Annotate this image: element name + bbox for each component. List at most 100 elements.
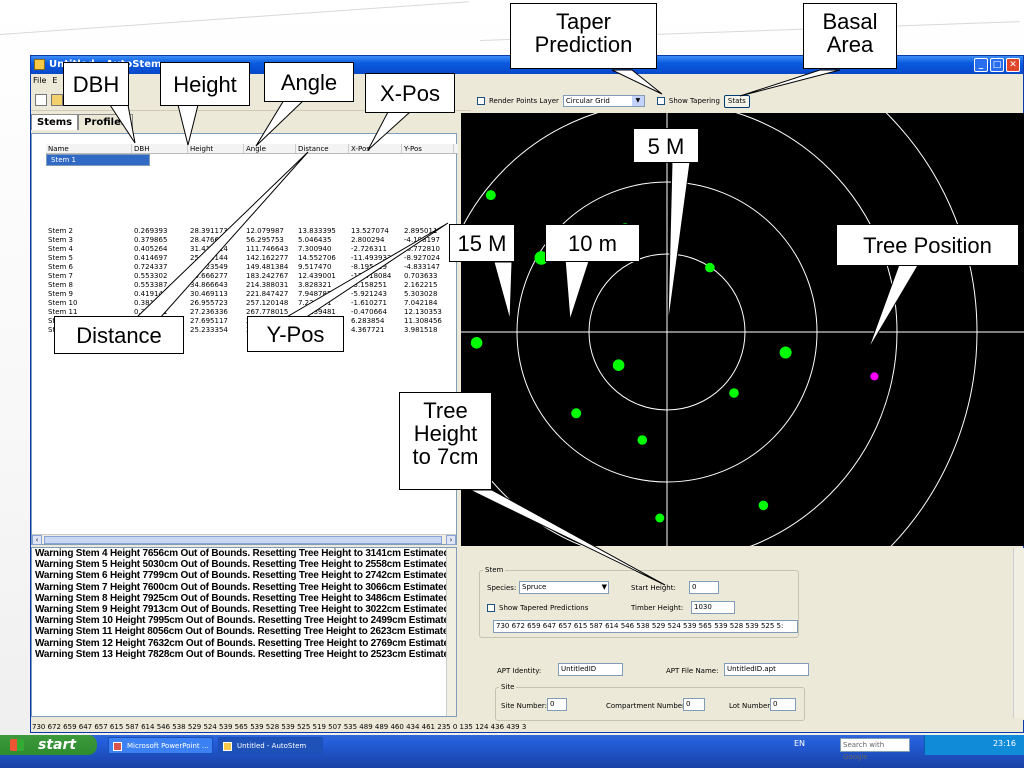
table-cell: Stem 3 bbox=[48, 236, 73, 244]
tree-point[interactable] bbox=[758, 500, 769, 511]
scroll-left-icon[interactable]: ‹ bbox=[32, 535, 42, 545]
table-cell: 6.283854 bbox=[351, 317, 385, 325]
table-cell: 30.666277 bbox=[190, 272, 228, 280]
site-number-field[interactable]: 0 bbox=[547, 698, 567, 711]
table-cell: 11.308456 bbox=[404, 317, 442, 325]
tab-stems[interactable]: Stems bbox=[31, 114, 79, 130]
scroll-right-icon[interactable]: › bbox=[446, 535, 456, 545]
system-tray: 23:16 bbox=[924, 735, 1024, 755]
column-header-ypos[interactable]: Y-Pos bbox=[402, 144, 454, 153]
warning-line: Warning Stem 7 Height 7600cm Out of Boun… bbox=[35, 581, 457, 593]
start-height-field[interactable]: 0 bbox=[689, 581, 719, 594]
table-row[interactable]: Stem 7 0.553302 30.666277 183.242767 12.4390… bbox=[46, 272, 458, 281]
warning-line: Warning Stem 6 Height 7799cm Out of Boun… bbox=[35, 570, 457, 582]
tree-point[interactable] bbox=[637, 435, 648, 445]
species-select[interactable]: Spruce ▼ bbox=[519, 581, 609, 594]
table-cell: 5.303028 bbox=[404, 290, 438, 298]
status-line: 730 672 659 647 657 615 587 614 546 538 … bbox=[32, 723, 527, 731]
tree-point[interactable] bbox=[470, 337, 483, 349]
table-row[interactable]: Stem 1 0.587278 26.223453 9.812439 7.846585 7… bbox=[46, 154, 150, 224]
table-row[interactable]: Stem 5 0.414697 25.585144 142.162277 14.5527… bbox=[46, 254, 458, 263]
table-cell: 12.130353 bbox=[404, 308, 442, 316]
show-tapered-checkbox[interactable] bbox=[487, 604, 495, 612]
tab-profiles[interactable]: Profiles bbox=[78, 114, 133, 130]
tab-strip: Stems Profiles bbox=[31, 114, 133, 130]
table-cell: 0.381580 bbox=[134, 299, 168, 307]
column-header-name[interactable]: Name bbox=[46, 144, 132, 153]
tree-point[interactable] bbox=[612, 359, 625, 371]
tree-point[interactable] bbox=[779, 346, 792, 359]
table-cell: 7.300940 bbox=[298, 245, 332, 253]
table-cell: 0.269393 bbox=[134, 227, 168, 235]
species-label: Species: bbox=[487, 584, 517, 592]
menu-file[interactable]: File bbox=[33, 76, 46, 88]
tree-point[interactable] bbox=[705, 262, 715, 273]
task-autostem[interactable]: Untitled - AutoStem bbox=[218, 737, 323, 754]
table-cell: -2.726311 bbox=[351, 245, 387, 253]
tree-point[interactable] bbox=[571, 408, 582, 419]
grid-ring-20m bbox=[885, 113, 978, 546]
table-cell: -12.418084 bbox=[351, 272, 392, 280]
column-header-height[interactable]: Height bbox=[188, 144, 244, 153]
stats-button[interactable]: Stats bbox=[723, 94, 750, 108]
details-vscrollbar[interactable] bbox=[1013, 548, 1024, 718]
tree-point[interactable] bbox=[729, 388, 739, 398]
table-cell: 7.042184 bbox=[404, 299, 438, 307]
render-points-checkbox[interactable] bbox=[477, 97, 485, 105]
close-icon[interactable]: ✕ bbox=[1006, 58, 1020, 72]
taper-values-field[interactable]: 730 672 659 647 657 615 587 614 546 538 … bbox=[493, 620, 798, 633]
windows-flag-icon bbox=[10, 739, 24, 751]
table-cell: -6.772810 bbox=[404, 245, 440, 253]
callout-15m: 15 M bbox=[449, 224, 515, 262]
table-cell: 0.703633 bbox=[404, 272, 438, 280]
callout-tree-height: Tree Height to 7cm bbox=[399, 392, 492, 490]
warnings-vscrollbar[interactable] bbox=[446, 548, 456, 716]
menu-bar: File E bbox=[33, 76, 57, 88]
column-header-dbh[interactable]: DBH bbox=[132, 144, 188, 153]
task-powerpoint[interactable]: Microsoft PowerPoint ... bbox=[108, 737, 213, 754]
stems-list-view[interactable]: Name DBH Height Angle Distance X-Pos Y-Pos Ste… bbox=[46, 144, 458, 335]
minimize-icon[interactable]: _ bbox=[974, 58, 988, 72]
tree-point[interactable] bbox=[655, 513, 665, 523]
show-tapering-checkbox[interactable] bbox=[656, 97, 665, 105]
menu-edit[interactable]: E bbox=[52, 76, 57, 88]
compartment-field[interactable]: 0 bbox=[683, 698, 705, 711]
apt-identity-field[interactable]: UntitledID bbox=[558, 663, 623, 676]
timber-height-field[interactable]: 1030 bbox=[691, 601, 735, 614]
table-cell: 25.233354 bbox=[190, 326, 228, 334]
table-cell: 2.162215 bbox=[404, 281, 438, 289]
maximize-icon[interactable]: □ bbox=[990, 58, 1004, 72]
table-row[interactable]: Stem 9 0.419147 30.469113 221.847427 7.94878… bbox=[46, 290, 458, 299]
new-file-icon[interactable] bbox=[35, 94, 47, 106]
warnings-log[interactable]: Warning Stem 4 Height 7656cm Out of Boun… bbox=[31, 547, 457, 717]
column-header-distance[interactable]: Distance bbox=[296, 144, 349, 153]
lot-number-field[interactable]: 0 bbox=[770, 698, 796, 711]
table-row[interactable]: Stem 4 0.405264 31.411114 111.746643 7.30094… bbox=[46, 245, 458, 254]
table-cell: 13.833395 bbox=[298, 227, 336, 235]
apt-file-field[interactable]: UntitledID.apt bbox=[724, 663, 809, 676]
search-input[interactable]: Search with Google bbox=[840, 738, 910, 761]
column-header-xpos[interactable]: X-Pos bbox=[349, 144, 402, 153]
table-row[interactable]: Stem 10 0.381580 26.955723 257.120148 7.2239… bbox=[46, 299, 458, 308]
scroll-thumb[interactable] bbox=[44, 536, 442, 544]
tree-position-plot[interactable] bbox=[461, 113, 1024, 546]
callout-taper-prediction: Taper Prediction bbox=[510, 3, 657, 69]
column-header-angle[interactable]: Angle bbox=[244, 144, 296, 153]
table-row[interactable]: Stem 6 0.724337 27.423549 149.481384 9.51747… bbox=[46, 263, 458, 272]
start-button[interactable]: start bbox=[0, 735, 97, 755]
table-cell: 142.162277 bbox=[246, 254, 289, 262]
tree-point[interactable] bbox=[485, 190, 496, 201]
open-folder-icon[interactable] bbox=[51, 94, 63, 106]
stems-hscrollbar[interactable]: ‹ › bbox=[32, 534, 456, 545]
table-row[interactable]: Stem 3 0.379865 28.476629 56.295753 5.046435… bbox=[46, 236, 458, 245]
table-cell: 4.367721 bbox=[351, 326, 385, 334]
warning-line: Warning Stem 13 Height 7828cm Out of Bou… bbox=[35, 648, 455, 660]
tree-point[interactable] bbox=[870, 372, 879, 381]
layer-select[interactable]: Circular Grid ▼ bbox=[562, 95, 645, 107]
show-tapering-label: Show Tapering bbox=[668, 97, 720, 105]
table-row[interactable]: Stem 8 0.553387 34.866643 214.388031 3.82832… bbox=[46, 281, 458, 290]
stems-table-body: Stem 1 0.587278 26.223453 9.812439 7.846585 7… bbox=[46, 154, 458, 335]
table-row[interactable]: Stem 2 0.269393 28.391173 12.079987 13.83339… bbox=[46, 227, 458, 236]
language-indicator[interactable]: EN bbox=[794, 739, 805, 748]
lot-number-label: Lot Number: bbox=[729, 702, 773, 710]
